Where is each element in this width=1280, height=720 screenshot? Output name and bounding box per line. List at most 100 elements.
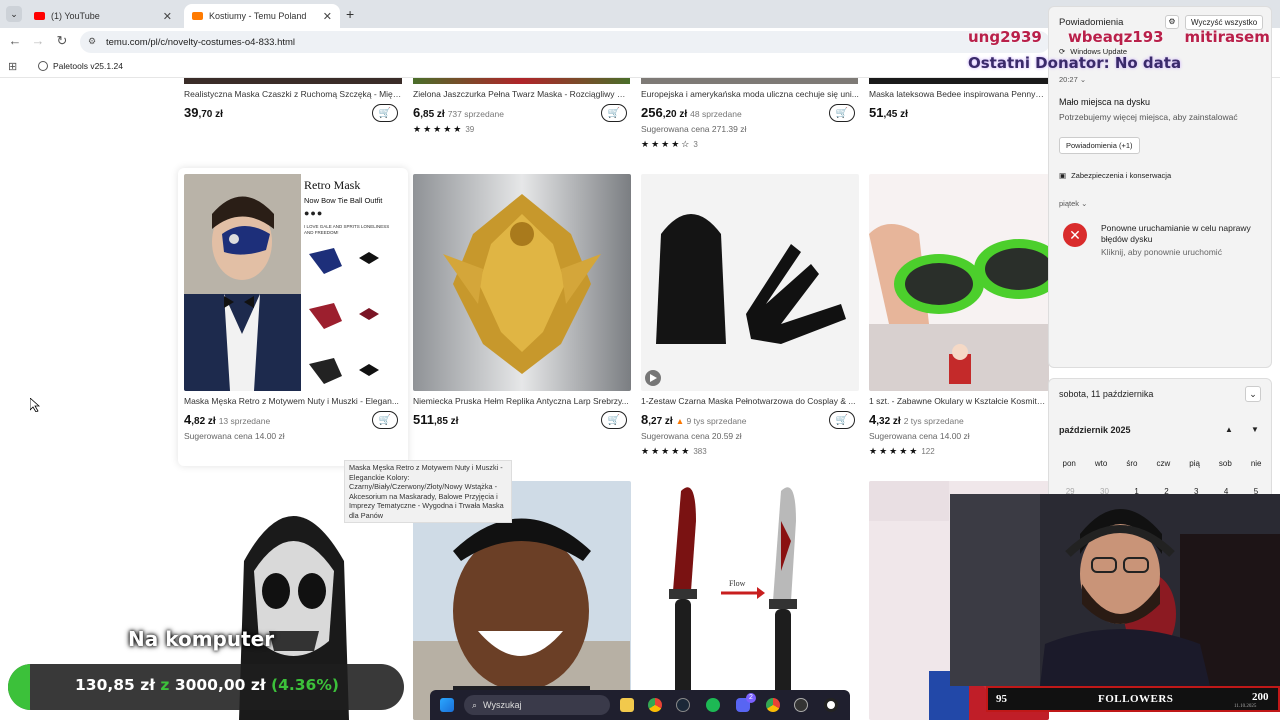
- collapse-calendar-button[interactable]: ⌄: [1245, 386, 1261, 402]
- next-month-icon[interactable]: ▼: [1251, 425, 1259, 434]
- chevron-down-icon[interactable]: ⌄: [1080, 75, 1086, 84]
- product-image-knife-prop[interactable]: Flow: [641, 481, 859, 720]
- close-tab-icon[interactable]: ✕: [323, 10, 332, 23]
- calendar-flyout: sobota, 11 października ⌄ październik 20…: [1048, 378, 1272, 498]
- followers-goal: 200: [1252, 691, 1269, 703]
- product-title[interactable]: 1 szt. - Zabawne Okulary w Kształcie Kos…: [869, 396, 1049, 406]
- bookmark-paletools[interactable]: Paletools v25.1.24: [38, 61, 123, 71]
- review-count: 383: [693, 447, 707, 456]
- tab-title: Kostiumy - Temu Poland: [209, 11, 307, 21]
- reload-icon[interactable]: ↻: [53, 33, 71, 49]
- product-image-strip: [413, 78, 630, 84]
- address-bar[interactable]: ⚙ temu.com/pl/c/novelty-costumes-o4-833.…: [80, 31, 1050, 53]
- suggested-price: Sugerowana cena 14.00 zł: [184, 431, 285, 441]
- image-subheading: Now Bow Tie Ball Outfit: [304, 196, 383, 205]
- temu-icon: [192, 12, 203, 20]
- product-title[interactable]: Niemiecka Pruska Hełm Replika Antyczna L…: [413, 396, 631, 406]
- donation-goal-text: 130,85 zł z 3000,00 zł (4.36%): [75, 676, 339, 694]
- add-to-cart-button[interactable]: 🛒: [372, 104, 398, 122]
- add-to-cart-button[interactable]: 🛒: [829, 104, 855, 122]
- obs-icon[interactable]: [794, 698, 808, 712]
- windows-start-icon[interactable]: [440, 698, 454, 712]
- product-title[interactable]: 1-Zestaw Czarna Maska Pełnotwarzowa do C…: [641, 396, 859, 406]
- goal-target: 3000,00 zł: [174, 676, 266, 694]
- suggested-price: Sugerowana cena 14.00 zł: [869, 431, 970, 441]
- image-dots: ●●●: [304, 208, 324, 218]
- product-image-alien-glasses[interactable]: [869, 174, 1049, 391]
- taskbar-search[interactable]: ⌕ Wyszukaj: [464, 695, 610, 715]
- chrome-icon[interactable]: [648, 698, 662, 712]
- file-explorer-icon[interactable]: [620, 698, 634, 712]
- fire-icon: ▲: [675, 416, 685, 426]
- notification-title: Ponowne uruchamianie w celu naprawy błęd…: [1101, 223, 1251, 244]
- rating-stars: ★★★★★ 383: [641, 446, 707, 457]
- spotify-icon[interactable]: [706, 698, 720, 712]
- suggested-price: Sugerowana cena 271.39 zł: [641, 124, 747, 134]
- stars: ★★★★☆: [641, 139, 692, 149]
- apps-icon[interactable]: ⊞: [8, 60, 17, 73]
- product-title[interactable]: Maska lateksowa Bedee inspirowana Pennyw…: [869, 89, 1049, 99]
- review-count: 3: [693, 140, 698, 149]
- add-to-cart-button[interactable]: 🛒: [829, 411, 855, 429]
- steam-icon[interactable]: [676, 698, 690, 712]
- chevron-down-icon[interactable]: ⌄: [1081, 199, 1087, 208]
- site-info-icon[interactable]: ⚙: [88, 36, 96, 47]
- product-title[interactable]: Europejska i amerykańska moda uliczna ce…: [641, 89, 859, 99]
- browser-icon[interactable]: [766, 698, 780, 712]
- add-to-cart-button[interactable]: 🛒: [601, 411, 627, 429]
- more-notifications-button[interactable]: Powiadomienia (+1): [1059, 137, 1140, 154]
- sold-count: 48 sprzedane: [690, 109, 742, 119]
- product-price: 39,70 zł: [184, 105, 223, 120]
- product-price: 6,85 zł 737 sprzedane: [413, 105, 504, 120]
- price-decimal: ,45 zł: [883, 109, 908, 120]
- stars: ★★★★★: [413, 124, 464, 134]
- sold-count: 737 sprzedane: [447, 109, 504, 119]
- calendar-month[interactable]: październik 2025: [1059, 425, 1131, 435]
- security-icon: ▣: [1059, 171, 1067, 180]
- notification-time: 20:27 ⌄: [1059, 75, 1086, 84]
- day-header: piątek ⌄: [1059, 199, 1087, 208]
- goal-current: 130,85 zł: [75, 676, 155, 694]
- focus-settings-icon[interactable]: ⚙: [1165, 15, 1179, 29]
- forward-icon[interactable]: →: [29, 33, 47, 48]
- add-to-cart-button[interactable]: 🛒: [372, 411, 398, 429]
- followers-label: FOLLOWERS: [1098, 693, 1174, 705]
- price-decimal: ,85 zł: [420, 109, 445, 120]
- close-tab-icon[interactable]: ✕: [163, 10, 172, 23]
- prev-month-icon[interactable]: ▲: [1225, 425, 1233, 434]
- image-small-text: I LOVE GALE AND SPRITS LONELINESS AND FR…: [304, 224, 390, 235]
- error-icon: ✕: [1063, 223, 1087, 247]
- new-tab-button[interactable]: +: [346, 6, 354, 22]
- tab-youtube[interactable]: (1) YouTube ✕: [26, 4, 180, 28]
- tab-temu[interactable]: Kostiumy - Temu Poland ✕: [184, 4, 340, 28]
- product-price: 8,27 zł ▲ 9 tys sprzedane: [641, 412, 747, 427]
- image-heading: Retro Mask: [304, 178, 361, 192]
- product-price: 256,20 zł 48 sprzedane: [641, 105, 742, 120]
- rating-stars: ★★★★☆ 3: [641, 139, 698, 150]
- app-icon[interactable]: [824, 698, 838, 712]
- add-to-cart-button[interactable]: 🛒: [601, 104, 627, 122]
- product-image-black-mask-gloves[interactable]: [641, 174, 859, 391]
- notification-card-disk[interactable]: Mało miejsca na dysku Potrzebujemy więce…: [1059, 97, 1269, 122]
- followers-current: 95: [996, 693, 1007, 705]
- weekday: wto: [1094, 459, 1108, 468]
- price-decimal: ,20 zł: [662, 109, 688, 120]
- product-title[interactable]: Realistyczna Maska Czaszki z Ruchomą Szc…: [184, 89, 402, 99]
- product-image-retro-mask[interactable]: Retro Mask Now Bow Tie Ball Outfit ●●● I…: [184, 174, 402, 391]
- back-icon[interactable]: ←: [6, 33, 24, 48]
- notification-card-restart[interactable]: ✕ Ponowne uruchamianie w celu naprawy bł…: [1059, 221, 1269, 265]
- product-image-prussian-helmet[interactable]: [413, 174, 631, 391]
- product-price: 511,85 zł: [413, 412, 458, 427]
- black-mask-gloves-illustration: [645, 214, 846, 386]
- time-label: 20:27: [1059, 75, 1078, 84]
- alien-glasses-illustration: [869, 224, 1049, 391]
- price-decimal: ,70 zł: [198, 109, 223, 120]
- product-title[interactable]: Zielona Jaszczurka Pełna Twarz Maska - R…: [413, 89, 631, 99]
- product-tooltip: Maska Męska Retro z Motywem Nuty i Muszk…: [344, 460, 512, 523]
- overlay-recent-names: ung2939 wbeaqz193 mitirasem: [968, 28, 1270, 46]
- tab-list-chevron-icon[interactable]: ⌄: [6, 6, 22, 22]
- weekday: czw: [1156, 459, 1171, 468]
- product-title[interactable]: Maska Męska Retro z Motywem Nuty i Muszk…: [184, 396, 402, 406]
- product-price: 51,45 zł: [869, 105, 908, 120]
- goal-separator: z: [160, 676, 170, 694]
